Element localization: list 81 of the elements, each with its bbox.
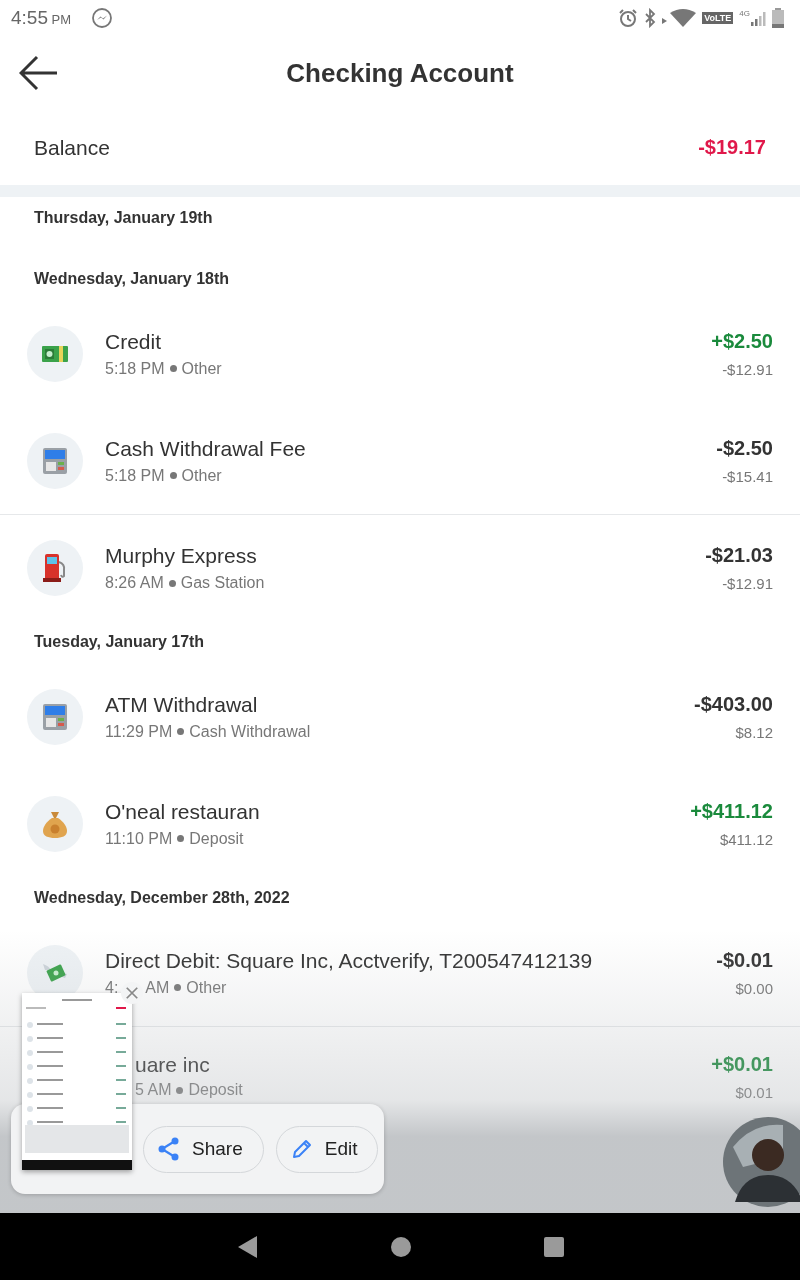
transaction-time: 5 AM — [135, 1081, 172, 1099]
bullet-icon — [168, 579, 176, 587]
avatar-icon[interactable] — [723, 1117, 800, 1207]
transaction-title: ATM Withdrawal — [105, 692, 259, 717]
back-nav-icon[interactable] — [236, 1234, 259, 1259]
running-balance: -$15.41 — [722, 467, 773, 485]
date-header: Wednesday, December 28th, 2022 — [34, 889, 290, 907]
money-bag-icon — [43, 809, 67, 838]
transaction-category: Other — [181, 359, 222, 378]
page-title: Checking Account — [286, 57, 514, 89]
bullet-icon — [177, 835, 185, 842]
bullet-icon — [169, 365, 177, 372]
running-balance: -$12.91 — [722, 575, 773, 592]
transaction-time: 5:18 PM — [105, 466, 165, 485]
alarm-icon — [618, 8, 639, 28]
transaction-category: Other — [181, 466, 222, 485]
running-balance: $0.01 — [735, 1084, 773, 1101]
transaction-row[interactable]: O'neal restauran 11:10 PM Deposit +$411.12 $411.12 — [0, 770, 800, 877]
transaction-title: Murphy Express — [105, 544, 258, 568]
transaction-amount: -$403.00 — [694, 692, 773, 716]
volte-badge: VoLTE — [702, 12, 734, 24]
transaction-row[interactable]: ATM Withdrawal 11:29 PM Cash Withdrawal -$403.00 $8.12 — [0, 663, 800, 770]
transaction-amount: -$0.01 — [716, 948, 773, 972]
back-button[interactable] — [19, 55, 59, 91]
transaction-title: Cash Withdrawal Fee — [105, 436, 307, 461]
transaction-category: Deposit — [189, 829, 244, 848]
close-icon — [125, 986, 139, 1000]
transaction-title: uare inc — [135, 1053, 211, 1077]
share-button[interactable]: Share — [143, 1125, 264, 1173]
transaction-title: O'neal restauran — [105, 799, 261, 824]
home-nav-icon[interactable] — [391, 1236, 411, 1257]
transaction-row[interactable]: Murphy Express 8:26 AM Gas Station -$21.03 -$12.91 — [0, 514, 800, 621]
date-header: Tuesday, January 17th — [34, 633, 205, 651]
transaction-title: Credit — [105, 329, 163, 354]
transaction-time: 11:29 PM — [105, 722, 173, 741]
pencil-icon — [290, 1138, 313, 1160]
transaction-amount: +$0.01 — [711, 1053, 773, 1076]
transaction-time: 11:10 PM — [105, 829, 173, 848]
transaction-category: Cash Withdrawal — [189, 722, 311, 741]
battery-icon — [772, 8, 784, 28]
transaction-time: 5:18 PM — [105, 359, 165, 378]
banknote-icon — [42, 345, 68, 362]
bullet-icon — [177, 728, 185, 735]
recents-nav-icon[interactable] — [543, 1236, 564, 1257]
transaction-time: AM — [145, 978, 170, 997]
messenger-icon — [91, 7, 114, 29]
date-header: Wednesday, January 18th — [34, 270, 230, 288]
bullet-icon — [169, 472, 177, 479]
transaction-amount: -$21.03 — [705, 544, 773, 567]
running-balance: $8.12 — [735, 723, 773, 741]
transaction-row[interactable]: Credit 5:18 PM Other +$2.50 -$12.91 — [0, 300, 800, 407]
fuel-pump-icon — [43, 554, 67, 582]
close-button[interactable] — [121, 982, 143, 1004]
transaction-time: 4: — [105, 978, 119, 997]
atm-icon — [43, 703, 67, 730]
transaction-amount: +$2.50 — [711, 329, 773, 353]
transaction-amount: -$2.50 — [716, 436, 773, 460]
transaction-time: 8:26 AM — [105, 574, 164, 592]
status-time: 4:55 PM — [11, 7, 72, 29]
running-balance: $0.00 — [735, 979, 773, 997]
network-type: 4G — [739, 9, 750, 18]
transaction-category: Other — [186, 978, 227, 997]
screenshot-thumbnail[interactable] — [22, 993, 132, 1170]
atm-icon — [43, 447, 67, 474]
share-icon — [158, 1137, 180, 1161]
signal-icon — [750, 10, 766, 26]
transaction-category: Gas Station — [180, 574, 265, 592]
date-header: Thursday, January 19th — [34, 209, 213, 227]
transaction-title: Direct Debit: Square Inc, Acctverify, T200547412139 — [105, 948, 594, 973]
balance-label: Balance — [34, 135, 110, 160]
balance-amount: -$19.17 — [698, 136, 766, 159]
bullet-icon — [176, 1086, 184, 1094]
transaction-row[interactable]: Cash Withdrawal Fee 5:18 PM Other -$2.50 -$15.41 — [0, 407, 800, 514]
transaction-amount: +$411.12 — [690, 799, 773, 823]
bullet-icon — [174, 984, 182, 991]
running-balance: -$12.91 — [722, 360, 773, 378]
transaction-category: Deposit — [188, 1081, 243, 1099]
edit-button[interactable]: Edit — [275, 1125, 379, 1173]
wifi-icon — [662, 9, 697, 27]
bluetooth-icon — [644, 8, 657, 28]
running-balance: $411.12 — [719, 830, 773, 848]
